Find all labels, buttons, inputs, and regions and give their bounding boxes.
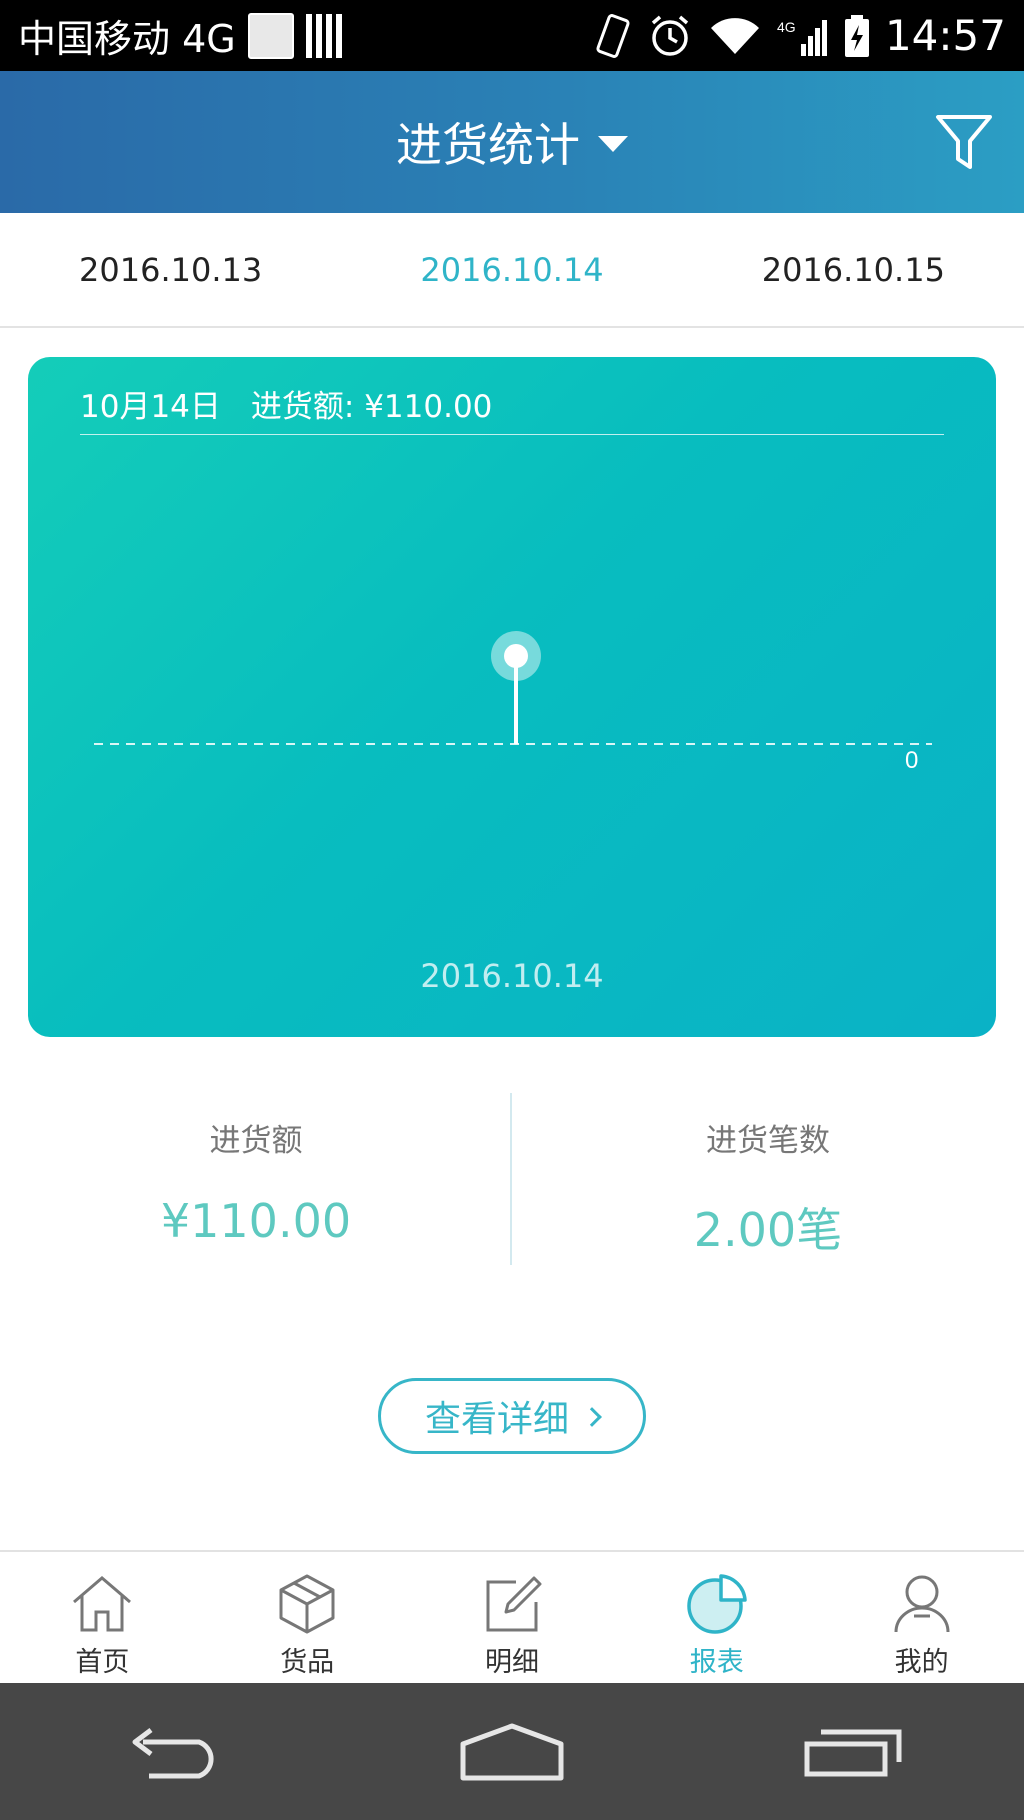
- barcode-icon: [305, 13, 342, 58]
- chevron-right-icon: [582, 1407, 602, 1427]
- nav-label: 货品: [280, 1647, 335, 1678]
- home-icon: [73, 1576, 132, 1632]
- signal-icon: 4G: [777, 14, 829, 58]
- nav-item-home[interactable]: 首页: [0, 1552, 205, 1683]
- nav-label: 我的: [894, 1647, 949, 1678]
- chart-zero-label: 0: [905, 747, 918, 774]
- carrier-label: 中国移动 4G: [18, 17, 236, 61]
- stat-amount-label: 进货额: [209, 1123, 303, 1159]
- chart-x-label: 2016.10.14: [420, 957, 604, 995]
- svg-text:4G: 4G: [777, 19, 796, 35]
- stat-amount-value: ¥110.00: [160, 1194, 352, 1248]
- pie-chart-icon: [687, 1574, 747, 1634]
- status-right: 4G 14:57: [593, 0, 1006, 71]
- back-icon: [132, 1727, 214, 1778]
- view-detail-label: 查看详细: [424, 1399, 569, 1440]
- stats-panel: 进货额 ¥110.00 进货笔数 2.00笔: [0, 1093, 1024, 1265]
- stat-count-label: 进货笔数: [706, 1123, 830, 1159]
- date-tab-label: 2016.10.15: [761, 250, 945, 289]
- user-icon: [894, 1575, 950, 1633]
- notification-icon: [247, 12, 294, 59]
- caret-down-icon: [598, 136, 628, 152]
- title-dropdown[interactable]: 进货统计: [0, 71, 1024, 213]
- edit-icon: [486, 1576, 542, 1632]
- vibrate-icon: [593, 13, 633, 59]
- date-tab-label: 2016.10.13: [79, 250, 263, 289]
- date-tab-prev[interactable]: 2016.10.13: [0, 213, 341, 326]
- system-recents-button[interactable]: [798, 1717, 908, 1787]
- bottom-nav: 首页 货品 明细 报表 我的: [0, 1550, 1024, 1683]
- clock-label: 14:57: [884, 11, 1006, 60]
- chart-plot: 0: [94, 631, 932, 774]
- page-title: 进货统计: [396, 118, 580, 172]
- date-tab-next[interactable]: 2016.10.15: [683, 213, 1024, 326]
- filter-button[interactable]: [934, 111, 994, 173]
- box-icon: [279, 1574, 335, 1634]
- stat-count-value: 2.00笔: [693, 1203, 843, 1257]
- home-icon: [460, 1723, 564, 1780]
- stat-count: 进货笔数 2.00笔: [512, 1093, 1024, 1265]
- date-tab-label: 2016.10.14: [420, 250, 604, 289]
- recents-icon: [804, 1729, 902, 1776]
- nav-item-detail[interactable]: 明细: [410, 1552, 615, 1683]
- app-header: 进货统计: [0, 71, 1024, 213]
- filter-icon: [936, 115, 992, 169]
- system-nav-bar: [0, 1683, 1024, 1820]
- system-home-button[interactable]: [457, 1717, 567, 1787]
- nav-item-goods[interactable]: 货品: [205, 1552, 410, 1683]
- system-back-button[interactable]: [116, 1717, 226, 1787]
- stats-divider: [510, 1093, 512, 1265]
- status-bar: 中国移动 4G 4G 14:57: [0, 0, 1024, 71]
- nav-label: 首页: [75, 1647, 130, 1678]
- nav-item-report[interactable]: 报表: [614, 1552, 819, 1683]
- chart-card: 10月14日 进货额: ¥110.00 0 2016.10.14: [28, 357, 996, 1037]
- status-left: 中国移动 4G: [18, 0, 342, 71]
- nav-item-mine[interactable]: 我的: [819, 1552, 1024, 1683]
- date-tab-current[interactable]: 2016.10.14: [341, 213, 682, 326]
- nav-label: 报表: [689, 1647, 744, 1678]
- stat-amount: 进货额 ¥110.00: [0, 1093, 512, 1265]
- chart-data-point[interactable]: [504, 644, 528, 668]
- wifi-icon: [707, 14, 763, 58]
- date-tabs: 2016.10.13 2016.10.14 2016.10.15: [0, 213, 1024, 328]
- view-detail-button[interactable]: 查看详细: [378, 1378, 646, 1454]
- nav-label: 明细: [484, 1647, 539, 1678]
- alarm-icon: [647, 13, 693, 59]
- battery-icon: [843, 13, 871, 59]
